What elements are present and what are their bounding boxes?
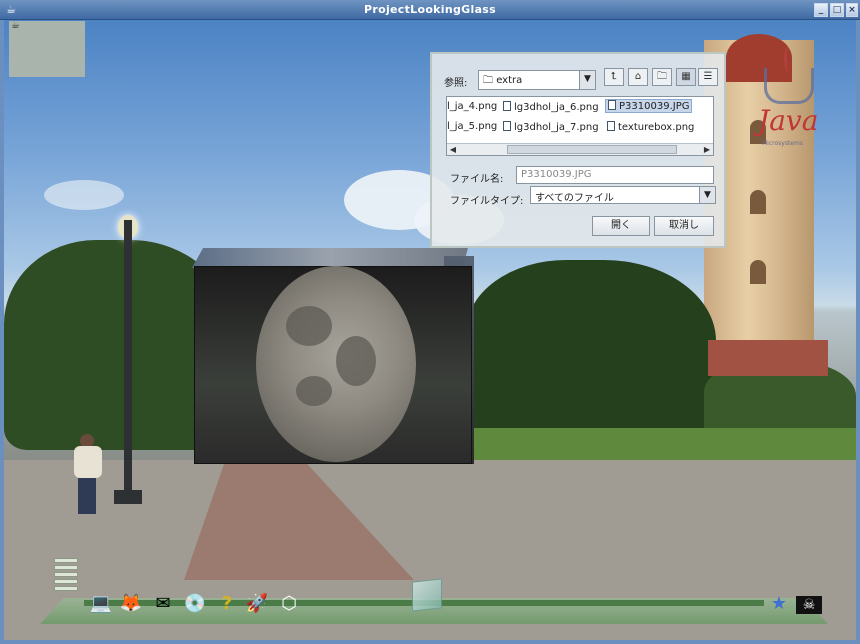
filetype-combo[interactable]: すべてのファイル ▼ — [530, 186, 716, 204]
list-view-icon[interactable]: ▦ — [676, 68, 696, 86]
pedestrian — [70, 434, 104, 514]
horizontal-scrollbar[interactable]: ◀ ▶ — [447, 143, 713, 155]
open-button[interactable]: 開く — [592, 216, 650, 236]
file-list[interactable]: l_ja_4.png lg3dhol_ja_6.png P3310039.JPG… — [446, 96, 714, 156]
java-logo: Java Microsystems — [756, 46, 826, 150]
window-stack-icon[interactable] — [54, 558, 78, 608]
file-icon — [608, 100, 616, 110]
scroll-left-icon[interactable]: ◀ — [447, 144, 459, 155]
file-item[interactable]: lg3dhol_ja_6.png — [503, 101, 599, 113]
window-thumbnail[interactable] — [412, 578, 442, 612]
file-item[interactable]: l_ja_5.png — [447, 121, 497, 132]
cd-icon[interactable]: 💿 — [182, 592, 208, 616]
chevron-down-icon[interactable]: ▼ — [699, 187, 715, 203]
lamp-base — [114, 490, 142, 504]
filename-field[interactable]: P3310039.JPG — [516, 166, 714, 184]
close-button[interactable]: × — [846, 3, 858, 17]
java-small-icon: ☕ — [11, 20, 20, 31]
cloud — [44, 180, 124, 210]
star-icon[interactable]: ★ — [766, 592, 792, 616]
file-icon — [503, 121, 511, 131]
home-icon[interactable]: ⌂ — [628, 68, 648, 86]
details-view-icon[interactable]: ☰ — [698, 68, 718, 86]
cube-top-face[interactable] — [192, 248, 468, 268]
title-bar: ☕ ProjectLookingGlass _ □ × — [0, 0, 860, 20]
firefox-icon[interactable]: 🦊 — [118, 592, 144, 616]
scroll-right-icon[interactable]: ▶ — [701, 144, 713, 155]
file-icon — [607, 121, 615, 131]
cube-icon[interactable]: ⬡ — [276, 592, 302, 616]
lamp-post — [124, 220, 132, 500]
scroll-thumb[interactable] — [507, 145, 677, 154]
folder-icon: 🗀 — [483, 75, 497, 86]
new-folder-icon[interactable]: 🗀 — [652, 68, 672, 86]
building — [708, 340, 828, 376]
file-item[interactable]: lg3dhol_ja_7.png — [503, 121, 599, 133]
computer-icon[interactable]: 💻 — [88, 592, 114, 616]
up-folder-icon[interactable]: ⮤ — [604, 68, 624, 86]
java-cup-icon — [764, 68, 814, 104]
file-item-selected[interactable]: P3310039.JPG — [605, 99, 693, 113]
lawn — [461, 428, 856, 464]
file-icon — [503, 101, 511, 111]
filetype-label: ファイルタイプ: — [450, 196, 524, 207]
look-in-label: 参照: — [444, 78, 468, 89]
file-item[interactable]: texturebox.png — [607, 121, 694, 133]
minimize-button[interactable]: _ — [814, 3, 828, 17]
window-title: ProjectLookingGlass — [364, 3, 496, 16]
help-icon[interactable]: ? — [214, 592, 240, 616]
mail-icon[interactable]: ✉ — [150, 592, 176, 616]
moon-texture[interactable] — [256, 266, 416, 462]
trees-right — [466, 260, 716, 440]
file-item[interactable]: l_ja_4.png — [447, 101, 497, 112]
rocket-icon[interactable]: 🚀 — [244, 592, 270, 616]
thumbnail-placeholder[interactable] — [9, 21, 85, 77]
cancel-button[interactable]: 取消し — [654, 216, 714, 236]
maximize-button[interactable]: □ — [830, 3, 844, 17]
chevron-down-icon[interactable]: ▼ — [579, 71, 595, 89]
filename-label: ファイル名: — [450, 174, 504, 185]
look-in-combo[interactable]: 🗀 extra ▼ — [478, 70, 596, 90]
pirate-flag-icon[interactable]: ☠ — [796, 596, 822, 614]
file-chooser-dialog[interactable]: 参照: 🗀 extra ▼ ⮤ ⌂ 🗀 ▦ ☰ l_ja_4.png lg3dh… — [430, 52, 726, 248]
